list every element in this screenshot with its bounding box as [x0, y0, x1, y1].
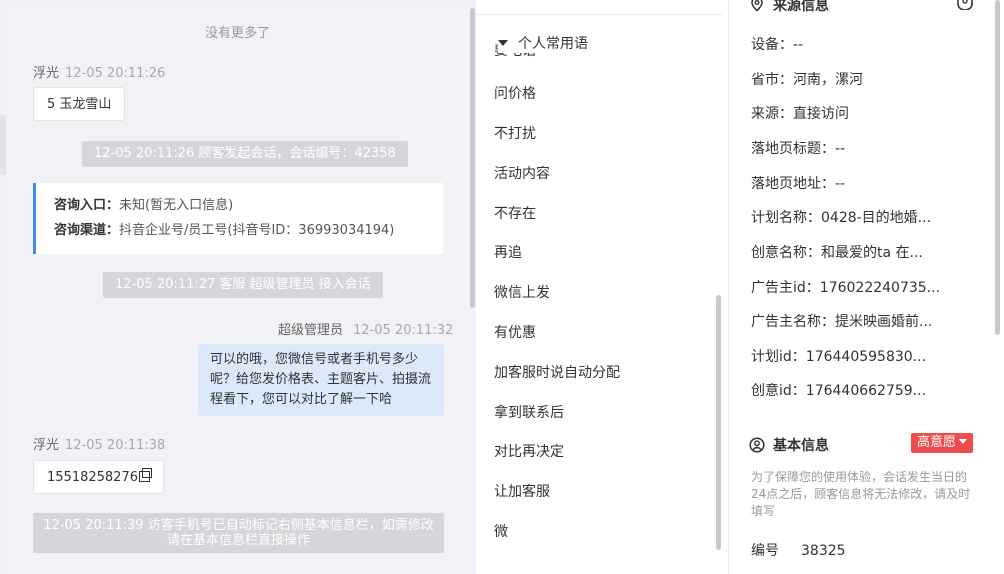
- landing-url-row: 落地页地址：--: [751, 173, 845, 193]
- phrase-item[interactable]: 对比再决定: [494, 441, 564, 461]
- row-label: 省市：: [751, 72, 793, 88]
- system-notice: 12-05 20:11:26 顾客发起会话，会话编号：42358: [82, 141, 408, 167]
- row-label: 计划id：: [751, 349, 806, 365]
- sender-name: 超级管理员: [278, 323, 344, 338]
- intent-label: 高意愿: [917, 435, 957, 450]
- divider: [476, 14, 722, 15]
- row-label: 设备：: [751, 37, 793, 53]
- info-panel: 来源信息 设备：-- 省市：河南，漯河 来源：直接访问 落地页标题：-- 落地页…: [728, 0, 1004, 574]
- origin-row: 来源：直接访问: [751, 103, 849, 123]
- message-time: 12-05 20:11:26: [65, 66, 166, 81]
- advertiser-id-row: 广告主id：176022240735...: [751, 277, 940, 297]
- message-sender: 浮光 12-05 20:11:38: [33, 434, 165, 453]
- no-more-label: 没有更多了: [205, 26, 271, 41]
- row-value: 河南，漯河: [793, 72, 863, 88]
- agent-message[interactable]: 可以的哦，您微信号或者手机号多少呢？给您发价格表、主题客片、拍摄流程看下，您可以…: [198, 344, 444, 416]
- phrase-group-header[interactable]: 个人常用语: [498, 33, 594, 53]
- creative-id-row: 创意id：176440662759...: [751, 380, 926, 400]
- customer-message[interactable]: 5 玉龙雪山: [33, 87, 126, 121]
- message-time: 12-05 20:11:38: [65, 438, 166, 453]
- sender-name: 浮光: [33, 438, 60, 453]
- system-notice: 12-05 20:11:39 访客手机号已自动标记右侧基本信息栏，如需修改请在基…: [33, 513, 444, 553]
- id-label: 编号: [751, 543, 779, 559]
- caret-down-icon: [498, 40, 508, 46]
- location-pin-icon: [751, 0, 763, 12]
- landing-title-row: 落地页标题：--: [751, 138, 845, 158]
- row-value: --: [835, 176, 846, 192]
- source-section-title: 来源信息: [773, 0, 829, 14]
- phrase-item[interactable]: 加客服时说自动分配: [494, 362, 620, 382]
- consult-info-card: 咨询入口：未知(暂无入口信息) 咨询渠道：抖音企业号/员工号(抖音号ID：369…: [33, 183, 443, 254]
- customer-id-row: 编号 38325: [751, 540, 846, 560]
- phrase-item[interactable]: 不打扰: [494, 123, 536, 143]
- device-row: 设备：--: [751, 34, 803, 54]
- phrase-item[interactable]: 再追: [494, 242, 522, 262]
- row-label: 广告主id：: [751, 280, 820, 296]
- row-label: 广告主名称：: [751, 314, 835, 330]
- phrase-item[interactable]: 活动内容: [494, 163, 550, 183]
- chat-panel: 没有更多了 浮光 12-05 20:11:26 5 玉龙雪山 12-05 20:1…: [6, 8, 476, 574]
- user-icon: [749, 437, 765, 453]
- customer-message[interactable]: 15518258276: [33, 460, 164, 494]
- copy-icon[interactable]: [138, 468, 152, 482]
- row-label: 落地页标题：: [751, 141, 835, 157]
- plan-name-row: 计划名称：0428-目的地婚...: [751, 207, 931, 227]
- phrase-group-title: 个人常用语: [518, 36, 588, 52]
- phrase-item[interactable]: 微信上发: [494, 282, 550, 302]
- row-value: 176022240735...: [819, 280, 941, 296]
- advertiser-name-row: 广告主名称：提米映画婚前...: [751, 311, 932, 331]
- entry-value: 未知(暂无入口信息): [119, 198, 234, 213]
- source-section-header: 来源信息: [749, 0, 829, 15]
- row-value: 提米映画婚前...: [835, 314, 933, 330]
- privacy-note: 为了保障您的使用体验，会话发生当日的24点之后，顾客信息将无法修改，请及时填写: [751, 470, 971, 518]
- region-row: 省市：河南，漯河: [751, 69, 863, 89]
- row-value: --: [835, 141, 846, 157]
- phone-number[interactable]: 15518258276: [47, 470, 138, 485]
- phrase-item[interactable]: 让加客服: [494, 481, 550, 501]
- basic-section-header: 基本信息: [749, 435, 829, 455]
- basic-section-title: 基本信息: [773, 438, 829, 454]
- system-notice: 12-05 20:11:27 客服 超级管理员 接入会话: [103, 272, 383, 298]
- caret-down-icon: [959, 439, 968, 444]
- phrase-item[interactable]: 拿到联系后: [494, 402, 564, 422]
- chat-scrollbar[interactable]: [470, 8, 475, 308]
- row-label: 计划名称：: [751, 210, 821, 226]
- row-label: 创意id：: [751, 383, 806, 399]
- message-sender: 浮光 12-05 20:11:26: [33, 62, 165, 81]
- edit-icon[interactable]: [956, 0, 974, 10]
- phrases-panel: 要电话 个人常用语 问价格 不打扰 活动内容 不存在 再追 微信上发 有优惠 加…: [476, 0, 728, 574]
- phrase-item[interactable]: 不存在: [494, 203, 536, 223]
- phrases-scrollbar[interactable]: [716, 295, 721, 550]
- creative-name-row: 创意名称：和最爱的ta 在...: [751, 242, 923, 262]
- info-scrollbar[interactable]: [995, 0, 1000, 335]
- message-time: 12-05 20:11:32: [353, 323, 454, 338]
- row-value: 176440662759...: [805, 383, 927, 399]
- plan-id-row: 计划id：176440595830...: [751, 346, 926, 366]
- intent-badge[interactable]: 高意愿: [911, 433, 974, 453]
- row-label: 落地页地址：: [751, 176, 835, 192]
- row-value: --: [793, 37, 804, 53]
- id-value: 38325: [801, 543, 846, 559]
- sender-name: 浮光: [33, 66, 60, 81]
- entry-label: 咨询入口：: [54, 198, 120, 213]
- phrase-item[interactable]: 有优惠: [494, 322, 536, 342]
- message-sender: 超级管理员 12-05 20:11:32: [278, 319, 453, 338]
- row-label: 来源：: [751, 106, 793, 122]
- row-value: 和最爱的ta 在...: [821, 245, 923, 261]
- row-value: 0428-目的地婚...: [821, 210, 932, 226]
- row-value: 直接访问: [793, 106, 849, 122]
- channel-label: 咨询渠道：: [54, 223, 120, 238]
- channel-value: 抖音企业号/员工号(抖音号ID：36993034194): [119, 223, 395, 238]
- phrase-item[interactable]: 微: [494, 521, 508, 541]
- row-value: 176440595830...: [805, 349, 927, 365]
- row-label: 创意名称：: [751, 245, 821, 261]
- phrase-item[interactable]: 问价格: [494, 83, 536, 103]
